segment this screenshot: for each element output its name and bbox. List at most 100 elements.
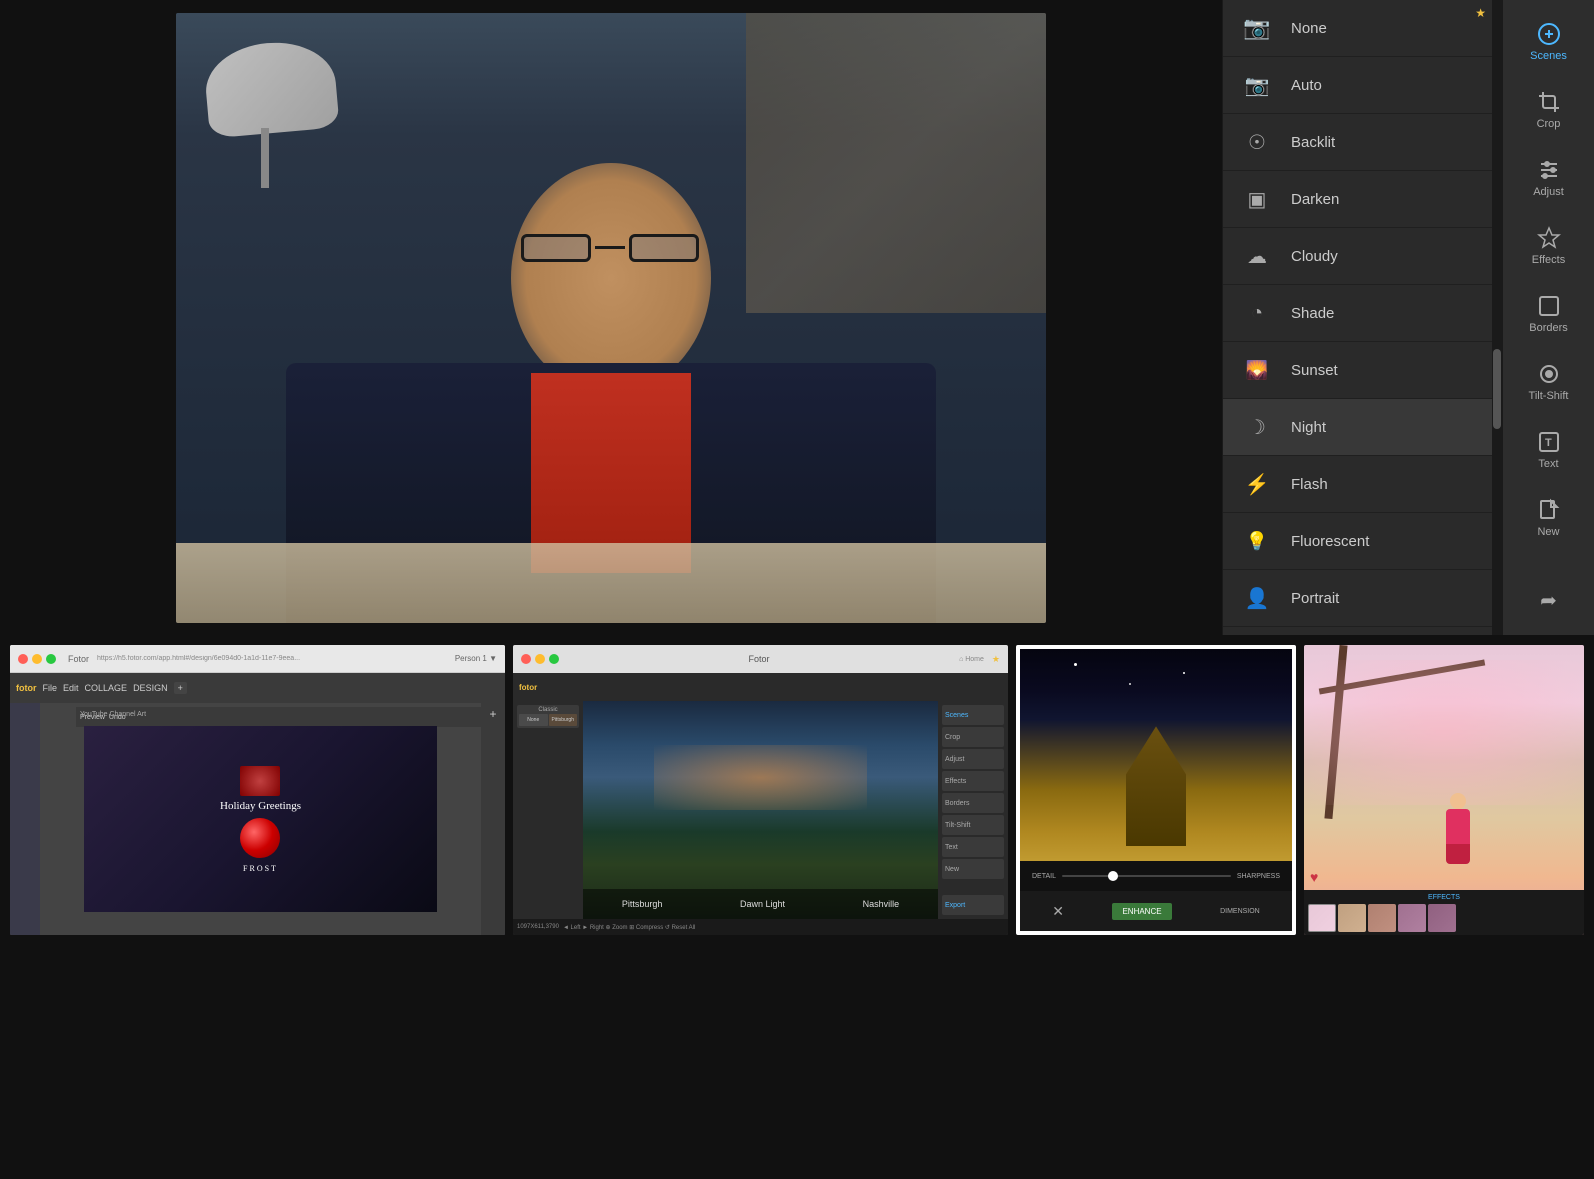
svg-text:T: T (1545, 437, 1552, 449)
thumb1-title: Fotor (68, 654, 89, 664)
scene-item-sandsnow[interactable]: 🌴 Sand/Snow (1223, 627, 1492, 635)
main-photo-area (0, 0, 1222, 635)
thumb2-tiltshift-btn[interactable]: Tilt-Shift (942, 815, 1004, 835)
thumb3-sharpness-label: SHARPNESS (1237, 873, 1280, 880)
tiltshift-toolbar-icon (1537, 362, 1561, 386)
thumb2-new-btn[interactable]: New (942, 859, 1004, 879)
export-icon[interactable]: ➦ (1509, 576, 1589, 625)
scene-label-flash: Flash (1291, 476, 1328, 493)
shade-icon: ◔ (1239, 299, 1275, 327)
thumb2-label-dawnlight: Dawn Light (740, 899, 785, 909)
scene-label-none: None (1291, 20, 1327, 37)
scene-item-darken[interactable]: ▣ Darken (1223, 171, 1492, 228)
thumb1-frost-text: FROST (243, 864, 278, 873)
thumb1-add-btn[interactable]: + (481, 703, 505, 721)
thumbnail-design-editor[interactable]: Fotor https://h5.fotor.com/app.html#/des… (10, 645, 505, 935)
toolbar-item-new[interactable]: New (1509, 486, 1589, 550)
right-toolbar: Scenes Crop (1502, 0, 1594, 635)
toolbar-item-tiltshift[interactable]: Tilt-Shift (1509, 350, 1589, 414)
thumb2-title: Fotor (563, 654, 955, 664)
thumb1-menu-collage: COLLAGE (85, 683, 128, 693)
crop-toolbar-icon (1537, 90, 1561, 114)
scenes-toolbar-icon (1537, 22, 1561, 46)
thumb2-star: ★ (992, 654, 1000, 665)
borders-toolbar-label: Borders (1529, 322, 1568, 334)
thumb2-adjust-btn[interactable]: Adjust (942, 749, 1004, 769)
effects-toolbar-label: Effects (1532, 254, 1565, 266)
night-icon: ☽ (1239, 413, 1275, 441)
scene-item-cloudy[interactable]: ☁ Cloudy (1223, 228, 1492, 285)
text-toolbar-label: Text (1538, 458, 1558, 470)
thumb1-url: https://h5.fotor.com/app.html#/design/6e… (97, 655, 451, 662)
portrait-icon: 👤 (1239, 584, 1275, 612)
thumb1-canvas-label: YouTube Channel Art (80, 711, 146, 718)
thumb4-effects-label: EFFECTS (1308, 894, 1580, 901)
scene-label-night: Night (1291, 419, 1326, 436)
thumb4-heart-icon: ♥ (1310, 869, 1318, 885)
thumb2-filter-classic: Classic None Pittsburgh (517, 705, 579, 728)
window-max-dot (46, 654, 56, 664)
thumb2-coords: 1097X611,3790 (517, 924, 559, 930)
toolbar-item-adjust[interactable]: Adjust (1509, 146, 1589, 210)
scene-label-auto: Auto (1291, 77, 1322, 94)
new-toolbar-label: New (1537, 526, 1559, 538)
scene-item-fluorescent[interactable]: 💡 Fluorescent (1223, 513, 1492, 570)
crop-toolbar-label: Crop (1537, 118, 1561, 130)
thumb3-enhance-btn[interactable]: ENHANCE (1112, 903, 1171, 920)
scene-item-night[interactable]: ☽ Night (1223, 399, 1492, 456)
scene-item-none[interactable]: 📷 None ★ (1223, 0, 1492, 57)
scene-item-shade[interactable]: ◔ Shade (1223, 285, 1492, 342)
thumb2-text-btn[interactable]: Text (942, 837, 1004, 857)
thumb2-label-pittsburgh: Pittsburgh (622, 899, 663, 909)
adjust-toolbar-label: Adjust (1533, 186, 1564, 198)
scene-item-flash[interactable]: ⚡ Flash (1223, 456, 1492, 513)
thumb1-ball (240, 818, 280, 858)
scene-label-fluorescent: Fluorescent (1291, 533, 1369, 550)
thumb2-min-dot (535, 654, 545, 664)
thumb1-info: Person 1 ▼ (455, 654, 497, 663)
toolbar-item-crop[interactable]: Crop (1509, 78, 1589, 142)
thumb2-crop-btn[interactable]: Crop (942, 727, 1004, 747)
scrollbar-thumb[interactable] (1493, 349, 1501, 429)
thumb2-export-btn[interactable]: Export (942, 895, 1004, 915)
thumb2-borders-btn[interactable]: Borders (942, 793, 1004, 813)
cloud-icon: ☁ (1239, 242, 1275, 270)
toolbar-item-scenes[interactable]: Scenes (1509, 10, 1589, 74)
thumb2-landscape-photo: Pittsburgh Dawn Light Nashville (583, 701, 938, 919)
thumb2-labels-overlay: Pittsburgh Dawn Light Nashville (583, 889, 938, 919)
thumb2-effects-btn[interactable]: Effects (942, 771, 1004, 791)
thumb3-close-btn[interactable]: ✕ (1052, 903, 1064, 920)
star-badge: ★ (1475, 6, 1486, 20)
thumb2-scenes-btn[interactable]: Scenes (942, 705, 1004, 725)
thumbnail-mobile-church[interactable]: ✕ ENHANCE DIMENSION DETAIL SHARPNESS (1016, 645, 1296, 935)
thumbnail-mobile-effects[interactable]: EFFECTS ♥ (1304, 645, 1584, 935)
thumbnail-photo-editor[interactable]: Fotor ⌂ Home ★ fotor Classic None Pitt (513, 645, 1008, 935)
tiltshift-toolbar-label: Tilt-Shift (1529, 390, 1569, 402)
toolbar-item-text[interactable]: T Text (1509, 418, 1589, 482)
darken-icon: ▣ (1239, 185, 1275, 213)
sunset-icon: 🌄 (1239, 356, 1275, 384)
scene-item-portrait[interactable]: 👤 Portrait (1223, 570, 1492, 627)
scene-item-sunset[interactable]: 🌄 Sunset (1223, 342, 1492, 399)
window-close-dot (18, 654, 28, 664)
thumb4-filter-strip (1308, 904, 1580, 932)
auto-icon: 📷 (1239, 71, 1275, 99)
scene-item-backlit[interactable]: ☉ Backlit (1223, 114, 1492, 171)
scene-label-darken: Darken (1291, 191, 1339, 208)
camera-icon: 📷 (1239, 14, 1275, 42)
toolbar-item-effects[interactable]: Effects (1509, 214, 1589, 278)
panel-scrollbar[interactable] (1492, 0, 1502, 635)
thumb2-logo: fotor (519, 683, 537, 692)
thumb1-menu-design: DESIGN (133, 683, 168, 693)
thumb1-plus[interactable]: + (174, 682, 187, 694)
thumb2-right-panel: Scenes Crop Adjust Effects Borders Tilt-… (938, 701, 1008, 919)
toolbar-item-borders[interactable]: Borders (1509, 282, 1589, 346)
thumb2-label-nashville: Nashville (863, 899, 900, 909)
scene-item-auto[interactable]: 📷 Auto (1223, 57, 1492, 114)
scene-label-cloudy: Cloudy (1291, 248, 1338, 265)
thumb2-home-btn[interactable]: ⌂ Home (959, 656, 984, 663)
borders-toolbar-icon (1537, 294, 1561, 318)
top-section: 📷 None ★ 📷 Auto ☉ Backlit ▣ Darken ☁ (0, 0, 1594, 635)
backlit-icon: ☉ (1239, 128, 1275, 156)
thumb3-dimension: DIMENSION (1220, 908, 1260, 915)
